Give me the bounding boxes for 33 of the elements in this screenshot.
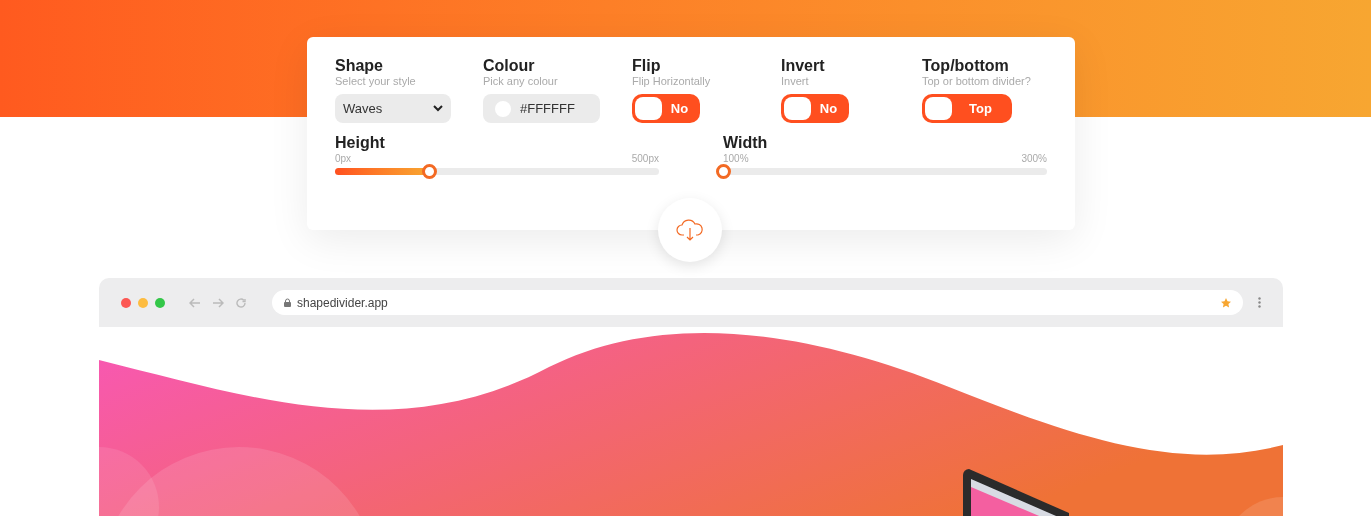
slider-thumb[interactable] [421,164,437,179]
chevron-down-icon [433,105,443,112]
control-title: Flip [632,57,662,75]
slider-max-label: 300% [1021,153,1047,165]
colour-field[interactable]: #FFFFFF [483,94,600,123]
control-title: Top/bottom [922,57,1010,75]
cloud-download-icon [676,219,704,241]
forward-arrow-icon[interactable] [212,297,224,308]
control-subtitle: Flip Horizontally [632,75,712,87]
toggle-knob [784,97,811,120]
control-subtitle: Pick any colour [483,75,559,87]
toggle-knob [925,97,952,120]
back-arrow-icon[interactable] [189,297,201,308]
slider-max-label: 500px [631,153,659,165]
reload-icon[interactable] [236,297,246,308]
slider-thumb[interactable] [716,164,731,179]
url-text: shapedivider.app [297,294,388,312]
address-bar[interactable]: shapedivider.app [272,290,1243,315]
control-title: Invert [781,57,826,75]
lock-icon [284,298,291,307]
slider-title: Width [723,133,769,153]
more-menu-icon[interactable] [1258,297,1261,308]
control-subtitle: Invert [781,75,810,87]
star-icon[interactable] [1221,297,1231,308]
control-title: Colour [483,57,536,75]
control-subtitle: Top or bottom divider? [922,75,1031,87]
control-title: Shape [335,57,384,75]
toggle-knob [635,97,662,120]
control-subtitle: Select your style [335,75,417,87]
slider-min-label: 0px [335,153,352,165]
slider-title: Height [335,133,386,153]
slider-min-label: 100% [723,153,749,165]
shape-select[interactable]: Waves [335,94,451,123]
